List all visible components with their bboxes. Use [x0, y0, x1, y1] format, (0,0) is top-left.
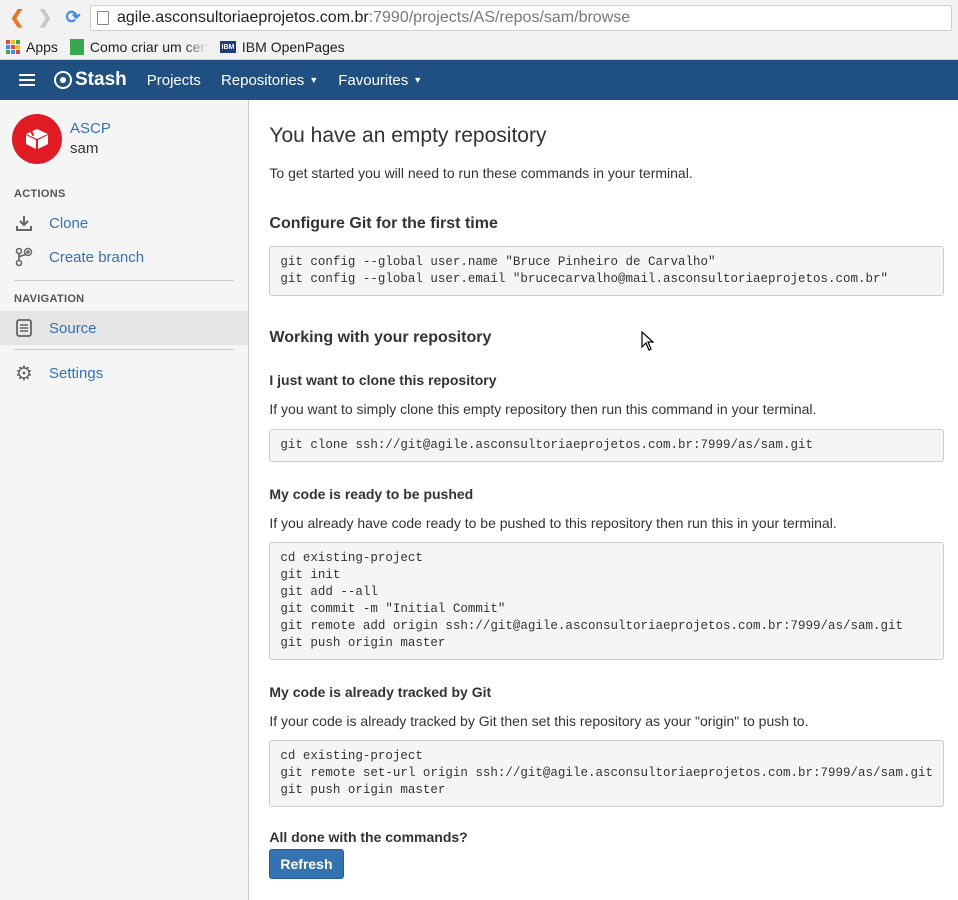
caret-down-icon: ▼: [413, 75, 423, 85]
bookmark-apps[interactable]: Apps: [6, 39, 58, 55]
browser-toolbar: ❮ ❯ ⟳ agile.asconsultoriaeprojetos.com.b…: [0, 0, 958, 35]
nav-repositories[interactable]: Repositories ▼: [221, 72, 318, 89]
push-heading: My code is ready to be pushed: [269, 486, 474, 502]
nav-favourites[interactable]: Favourites ▼: [338, 72, 422, 89]
box-icon: [26, 129, 48, 149]
address-bar[interactable]: agile.asconsultoriaeprojetos.com.br:7990…: [90, 4, 952, 31]
sidebar-item-label: Source: [49, 319, 97, 337]
push-desc: If you already have code ready to be pus…: [269, 515, 837, 531]
sidebar-item-create-branch[interactable]: Create branch: [0, 240, 248, 274]
bookmark-label: IBM OpenPages: [241, 39, 345, 55]
repo-header: ASCP sam: [0, 100, 248, 174]
stash-logo[interactable]: Stash: [54, 69, 127, 91]
sidebar-divider: [14, 349, 235, 350]
page-icon: [97, 10, 109, 25]
nav-label: Favourites: [338, 71, 409, 89]
clone-heading: I just want to clone this repository: [269, 372, 497, 388]
clone-code[interactable]: git clone ssh://git@agile.asconsultoriae…: [269, 429, 944, 462]
main-content: You have an empty repository To get star…: [249, 100, 958, 900]
apps-grid-icon: [6, 40, 20, 54]
sidebar-item-settings[interactable]: ⚙ Settings: [0, 356, 248, 390]
ibm-icon: IBM: [219, 41, 236, 53]
project-avatar[interactable]: [12, 114, 62, 164]
logo-text: Stash: [75, 69, 127, 90]
sheets-icon: [69, 39, 84, 55]
clone-icon: [14, 214, 34, 232]
app-header: Stash Projects Repositories ▼ Favourites…: [0, 60, 958, 100]
caret-down-icon: ▼: [309, 75, 319, 85]
intro-text: To get started you will need to run thes…: [269, 165, 693, 181]
tracked-code[interactable]: cd existing-project git remote set-url o…: [269, 740, 944, 807]
tracked-desc: If your code is already tracked by Git t…: [269, 713, 809, 729]
configure-code[interactable]: git config --global user.name "Bruce Pin…: [269, 246, 944, 296]
actions-title: ACTIONS: [14, 188, 66, 200]
page-title: You have an empty repository: [269, 124, 547, 147]
bookmark-cert[interactable]: Como criar um cert: [69, 39, 208, 55]
stash-logo-icon: [54, 71, 72, 89]
clone-desc: If you want to simply clone this empty r…: [269, 401, 817, 417]
bookmark-ibm[interactable]: IBM IBM OpenPages: [219, 39, 345, 55]
bookmarks-bar: Apps Como criar um cert IBM IBM OpenPage…: [0, 35, 958, 60]
project-link[interactable]: ASCP: [70, 119, 111, 139]
sidebar-item-clone[interactable]: Clone: [0, 206, 248, 240]
bookmark-label: Apps: [26, 39, 58, 55]
sidebar-item-label: Create branch: [49, 248, 145, 266]
reload-icon[interactable]: ⟳: [62, 7, 84, 29]
sidebar-item-source[interactable]: Source: [0, 311, 249, 345]
nav-label: Repositories: [220, 71, 305, 89]
gear-icon: ⚙: [15, 362, 33, 385]
repo-name: sam: [70, 140, 99, 157]
sidebar: ASCP sam ACTIONS Clone Create branch NAV…: [0, 100, 250, 900]
create-branch-icon: [14, 247, 34, 267]
push-code[interactable]: cd existing-project git init git add --a…: [269, 542, 944, 660]
menu-icon[interactable]: [0, 60, 54, 100]
sidebar-item-label: Settings: [49, 364, 104, 382]
nav-projects[interactable]: Projects: [147, 72, 201, 89]
mouse-cursor-icon: [641, 331, 655, 351]
forward-icon[interactable]: ❯: [34, 7, 56, 29]
nav-label: Projects: [146, 71, 201, 89]
source-icon: [14, 319, 34, 337]
url-host: agile.asconsultoriaeprojetos.com.br: [117, 8, 369, 26]
back-icon[interactable]: ❮: [6, 7, 28, 29]
tracked-heading: My code is already tracked by Git: [269, 684, 492, 700]
configure-heading: Configure Git for the first time: [269, 215, 498, 232]
navigation-title: NAVIGATION: [14, 293, 85, 305]
sidebar-divider: [14, 280, 235, 281]
sidebar-item-label: Clone: [49, 214, 89, 232]
refresh-button[interactable]: Refresh: [269, 849, 344, 879]
done-heading: All done with the commands?: [269, 829, 468, 845]
bookmark-label: Como criar um cert: [89, 39, 208, 55]
url-path: :7990/projects/AS/repos/sam/browse: [368, 8, 631, 26]
working-heading: Working with your repository: [269, 329, 492, 346]
